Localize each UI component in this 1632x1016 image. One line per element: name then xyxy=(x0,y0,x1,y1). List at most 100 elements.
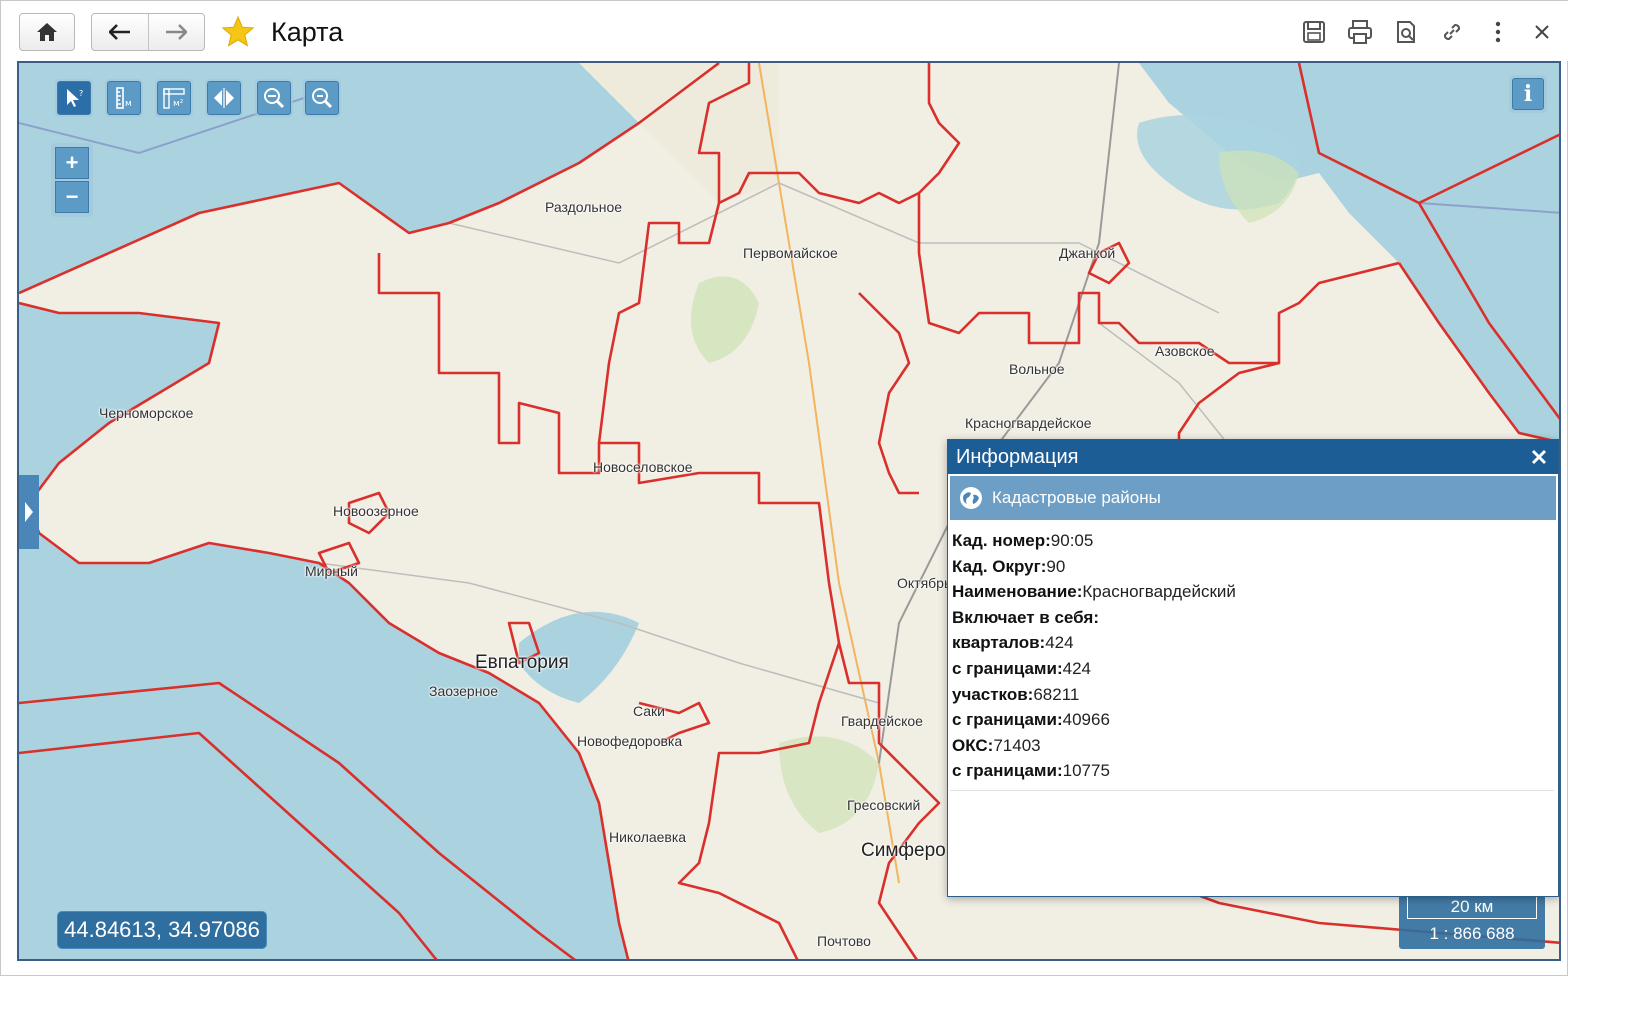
popup-close-button[interactable] xyxy=(1526,444,1552,470)
detail-value: 68211 xyxy=(1033,684,1080,704)
detail-row: участков:68211 xyxy=(952,682,1552,708)
layer-header[interactable]: Кадастровые районы xyxy=(950,476,1556,520)
link-icon xyxy=(1443,23,1461,41)
detail-value: 71403 xyxy=(993,735,1041,755)
print-button[interactable] xyxy=(1345,17,1375,47)
home-button[interactable] xyxy=(19,13,75,51)
info-popup: Информация Кадастровые районы Кад. номер… xyxy=(947,439,1559,897)
svg-text:м: м xyxy=(125,99,132,109)
preview-button[interactable] xyxy=(1391,17,1421,47)
compare-button[interactable] xyxy=(205,79,243,117)
detail-label: с границами: xyxy=(952,710,1063,730)
save-icon xyxy=(1303,21,1325,43)
back-arrow-icon xyxy=(108,24,130,40)
detail-label: Включает в себя: xyxy=(952,607,1099,627)
place-label: Джанкой xyxy=(1059,245,1116,261)
map-view[interactable]: Раздольное Первомайское Джанкой Азовское… xyxy=(17,61,1561,961)
measure-distance-button[interactable]: м xyxy=(105,79,143,117)
road xyxy=(1418,202,1559,214)
detail-row: с границами:424 xyxy=(952,656,1552,682)
place-label: Саки xyxy=(633,703,665,719)
side-panel-toggle[interactable] xyxy=(19,475,39,549)
close-icon xyxy=(1531,449,1547,465)
place-label: Почтово xyxy=(817,933,871,949)
detail-label: ОКС: xyxy=(952,735,994,755)
save-button[interactable] xyxy=(1299,17,1329,47)
svg-text:?: ? xyxy=(79,89,83,98)
svg-text:м²: м² xyxy=(173,99,184,109)
detail-row: с границами:40966 xyxy=(952,707,1552,733)
detail-row: Наименование:Красногвардейский xyxy=(952,579,1552,605)
place-label: Николаевка xyxy=(609,829,687,845)
detail-value: 10775 xyxy=(1062,761,1110,781)
preview-icon xyxy=(1397,21,1415,43)
map-window: Карта Раздольное Первомайское Джанкой Аз… xyxy=(0,0,1569,976)
detail-label: кварталов: xyxy=(952,633,1046,653)
place-label: Новофедоровка xyxy=(577,733,683,749)
close-icon xyxy=(1535,25,1549,39)
detail-row: Включает в себя: xyxy=(952,605,1552,631)
zoom-in-button[interactable]: + xyxy=(55,147,89,179)
measure-area-button[interactable]: м² xyxy=(155,79,193,117)
place-label: Мирный xyxy=(305,563,358,579)
star-icon[interactable] xyxy=(221,15,255,49)
map-info-button[interactable]: i xyxy=(1509,75,1547,113)
zoom-out-area-button[interactable] xyxy=(303,79,341,117)
detail-value: 90 xyxy=(1046,556,1066,576)
measure-distance-icon: м xyxy=(116,87,132,109)
history-navigation xyxy=(91,13,205,51)
print-icon xyxy=(1348,20,1372,44)
layer-name: Кадастровые районы xyxy=(992,488,1161,507)
place-label: Гресовский xyxy=(847,797,921,813)
place-label: Новоозерное xyxy=(333,503,419,519)
detail-value: 40966 xyxy=(1062,710,1110,730)
back-button[interactable] xyxy=(92,14,148,50)
detail-value: 424 xyxy=(1045,633,1074,653)
compare-icon xyxy=(214,88,234,108)
scale-ratio: 1 : 866 688 xyxy=(1429,924,1515,943)
map-scale: 20 км 1 : 866 688 xyxy=(1399,891,1545,949)
place-label: Черноморское xyxy=(99,405,194,421)
select-tool-icon: ? xyxy=(67,89,83,107)
place-label: Октябрь xyxy=(897,575,952,591)
detail-row: с границами:10775 xyxy=(952,758,1552,784)
detail-label: с границами: xyxy=(952,658,1063,678)
zoom-out-button[interactable]: − xyxy=(55,181,89,213)
detail-value: 424 xyxy=(1062,658,1091,678)
place-label: Гвардейское xyxy=(841,713,923,729)
info-icon: i xyxy=(1512,78,1544,110)
popup-empty-area xyxy=(950,790,1554,894)
measure-area-icon: м² xyxy=(163,88,185,109)
scale-distance: 20 км xyxy=(1407,897,1537,919)
cursor-coordinates: 44.84613, 34.97086 xyxy=(57,911,267,949)
detail-value: Красногвардейский xyxy=(1082,582,1236,602)
place-label: Евпатория xyxy=(475,652,569,673)
detail-label: с границами: xyxy=(952,761,1063,781)
place-label: Заозерное xyxy=(429,683,499,699)
place-label: Первомайское xyxy=(743,245,838,261)
place-label: Раздольное xyxy=(545,199,623,215)
detail-label: Наименование: xyxy=(952,582,1083,602)
popup-title: Информация xyxy=(948,440,1558,474)
home-icon xyxy=(37,23,57,41)
detail-row: ОКС:71403 xyxy=(952,733,1552,759)
detail-row: Кад. номер:90:05 xyxy=(952,528,1552,554)
more-button[interactable] xyxy=(1483,17,1513,47)
forward-button[interactable] xyxy=(147,14,205,50)
select-tool-button[interactable]: ? xyxy=(55,79,93,117)
popup-details: Кад. номер:90:05 Кад. Округ:90 Наименова… xyxy=(952,528,1552,784)
zoom-in-area-button[interactable] xyxy=(255,79,293,117)
detail-row: Кад. Округ:90 xyxy=(952,554,1552,580)
forward-arrow-icon xyxy=(166,24,188,40)
titlebar: Карта xyxy=(1,1,1569,61)
close-button[interactable] xyxy=(1527,17,1557,47)
place-label: Красногвардейское xyxy=(965,415,1092,431)
link-button[interactable] xyxy=(1437,17,1467,47)
window-title: Карта xyxy=(271,17,344,47)
detail-label: Кад. Округ: xyxy=(952,556,1047,576)
place-label: Азовское xyxy=(1155,343,1215,359)
zoom-in-area-icon xyxy=(264,88,285,109)
place-label: Симферо xyxy=(861,840,946,861)
detail-label: Кад. номер: xyxy=(952,531,1051,550)
place-label: Вольное xyxy=(1009,361,1065,377)
